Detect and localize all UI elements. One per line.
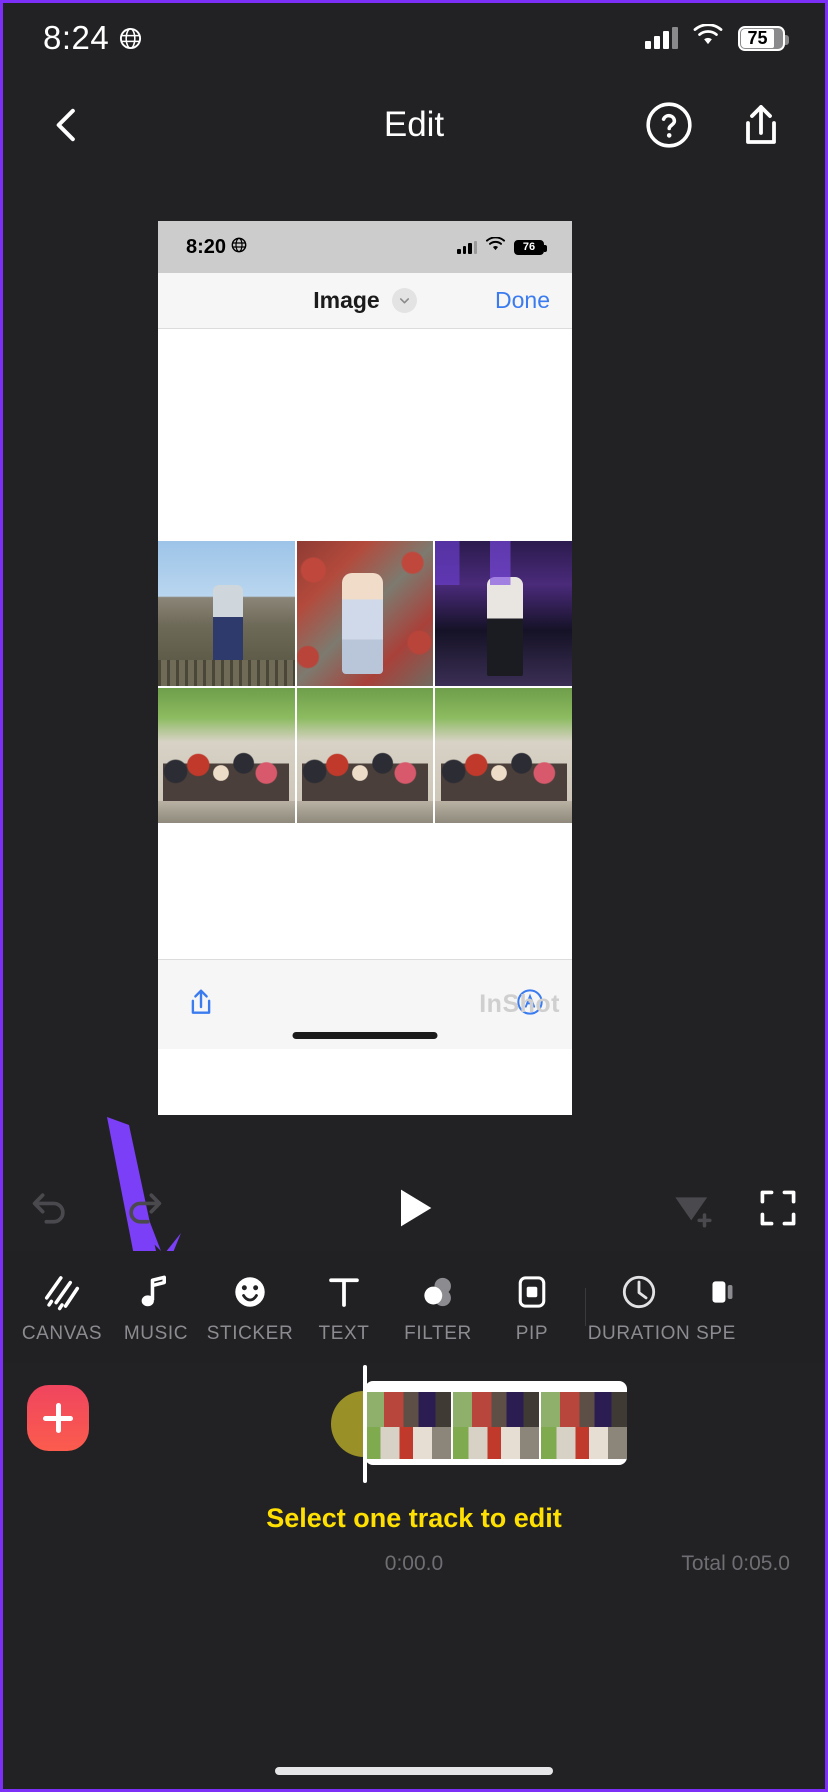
fullscreen-expand-icon[interactable] bbox=[756, 1186, 800, 1235]
tool-pip[interactable]: PIP bbox=[485, 1270, 579, 1345]
cellular-bars-icon bbox=[645, 27, 678, 49]
text-t-icon bbox=[324, 1270, 364, 1314]
photo-cell bbox=[296, 541, 434, 686]
tool-label: MUSIC bbox=[123, 1322, 189, 1344]
tool-label: STICKER bbox=[206, 1322, 294, 1344]
canvas-stripes-icon bbox=[42, 1270, 82, 1314]
preview-inner-time: 8:20 bbox=[186, 235, 227, 258]
clip-frames bbox=[365, 1392, 627, 1459]
photo-cell bbox=[158, 541, 295, 686]
timeline-hint: Select one track to edit bbox=[266, 1503, 562, 1533]
clip-frame bbox=[453, 1392, 541, 1459]
clip-frame bbox=[541, 1392, 627, 1459]
keyframe-add-icon[interactable] bbox=[670, 1185, 716, 1236]
status-bar-right: 75 bbox=[645, 23, 789, 52]
clock-icon bbox=[619, 1270, 659, 1314]
back-button[interactable] bbox=[41, 99, 93, 151]
timeline-times: 0:00.0 Total 0:05.0 bbox=[3, 1552, 825, 1576]
tool-sticker[interactable]: STICKER bbox=[203, 1270, 297, 1345]
battery-icon: 76 bbox=[514, 239, 547, 255]
tool-label: TEXT bbox=[318, 1322, 370, 1344]
battery-percent: 76 bbox=[522, 241, 536, 253]
tool-label: DURATION bbox=[587, 1322, 691, 1344]
preview-inner-status-right: 76 bbox=[457, 236, 547, 257]
tool-music[interactable]: MUSIC bbox=[109, 1270, 203, 1345]
redo-arrow-icon[interactable] bbox=[122, 1186, 166, 1235]
battery-icon: 75 bbox=[738, 25, 789, 51]
watermark: InShot bbox=[479, 990, 560, 1018]
preview-done-button[interactable]: Done bbox=[495, 287, 550, 314]
share-up-icon[interactable] bbox=[186, 987, 216, 1022]
preview-inner-status-bar: 8:20 76 bbox=[158, 221, 572, 273]
tool-label: CANVAS bbox=[21, 1322, 103, 1344]
video-clip-thumbnail-strip[interactable] bbox=[365, 1381, 627, 1465]
chevron-down-icon[interactable] bbox=[391, 288, 417, 313]
video-preview-canvas[interactable]: 8:20 76 Image Done InShot bbox=[158, 221, 572, 1115]
wifi-icon bbox=[485, 236, 506, 257]
cellular-bars-icon bbox=[457, 240, 477, 254]
preview-inner-body: InShot bbox=[158, 329, 572, 1049]
tool-label: SPE bbox=[696, 1322, 736, 1344]
tool-filter[interactable]: FILTER bbox=[391, 1270, 485, 1345]
tool-duration[interactable]: DURATION bbox=[588, 1270, 690, 1345]
preview-inner-navbar: Image Done bbox=[158, 273, 572, 329]
wifi-icon bbox=[692, 23, 724, 52]
photo-cell bbox=[435, 688, 572, 823]
speed-icon bbox=[696, 1270, 736, 1314]
add-media-button[interactable] bbox=[27, 1385, 89, 1451]
tool-label: FILTER bbox=[404, 1322, 472, 1344]
play-triangle-icon[interactable] bbox=[388, 1182, 440, 1239]
timeline-labels: Select one track to edit 0:00.0 Total 0:… bbox=[3, 1503, 825, 1576]
timeline-track-area[interactable] bbox=[3, 1363, 825, 1503]
battery-percent: 75 bbox=[747, 28, 768, 48]
smiley-face-icon bbox=[230, 1270, 270, 1314]
tool-text[interactable]: TEXT bbox=[297, 1270, 391, 1345]
question-circle-icon[interactable] bbox=[643, 99, 695, 151]
photo-cell bbox=[158, 688, 295, 823]
status-bar-time: 8:24 bbox=[43, 19, 110, 56]
tool-label: PIP bbox=[515, 1322, 549, 1344]
clip-frame bbox=[365, 1392, 453, 1459]
editor-tool-strip: CANVAS MUSIC STICKER TEXT FILTER PIP DUR… bbox=[3, 1251, 825, 1363]
app-screen: 8:24 75 Edit 8:20 76 Image Done InShot C… bbox=[0, 0, 828, 1792]
tool-divider bbox=[585, 1288, 586, 1326]
timeline-total-time: Total 0:05.0 bbox=[681, 1552, 790, 1575]
photo-cell bbox=[296, 688, 434, 823]
globe-icon bbox=[231, 236, 247, 259]
header-actions bbox=[643, 99, 787, 151]
preview-inner-time-group: 8:20 bbox=[186, 236, 247, 259]
music-note-icon bbox=[136, 1270, 176, 1314]
filter-circles-icon bbox=[418, 1270, 458, 1314]
player-left-controls bbox=[28, 1186, 166, 1235]
globe-icon bbox=[119, 27, 142, 50]
player-right-controls bbox=[670, 1185, 800, 1236]
preview-home-indicator bbox=[292, 1032, 438, 1039]
share-up-icon[interactable] bbox=[735, 99, 787, 151]
system-home-indicator bbox=[275, 1767, 553, 1775]
undo-arrow-icon[interactable] bbox=[28, 1186, 72, 1235]
pip-square-icon bbox=[512, 1270, 552, 1314]
status-bar-left: 8:24 bbox=[43, 19, 142, 57]
player-control-row bbox=[3, 1163, 825, 1258]
preview-inner-title: Image bbox=[313, 287, 380, 313]
tool-canvas[interactable]: CANVAS bbox=[15, 1270, 109, 1345]
timeline-playhead[interactable] bbox=[363, 1365, 367, 1483]
status-bar: 8:24 75 bbox=[3, 3, 825, 73]
photo-grid bbox=[158, 541, 572, 823]
tool-speed[interactable]: SPE bbox=[686, 1270, 746, 1345]
app-header: Edit bbox=[3, 81, 825, 169]
photo-cell bbox=[435, 541, 572, 686]
